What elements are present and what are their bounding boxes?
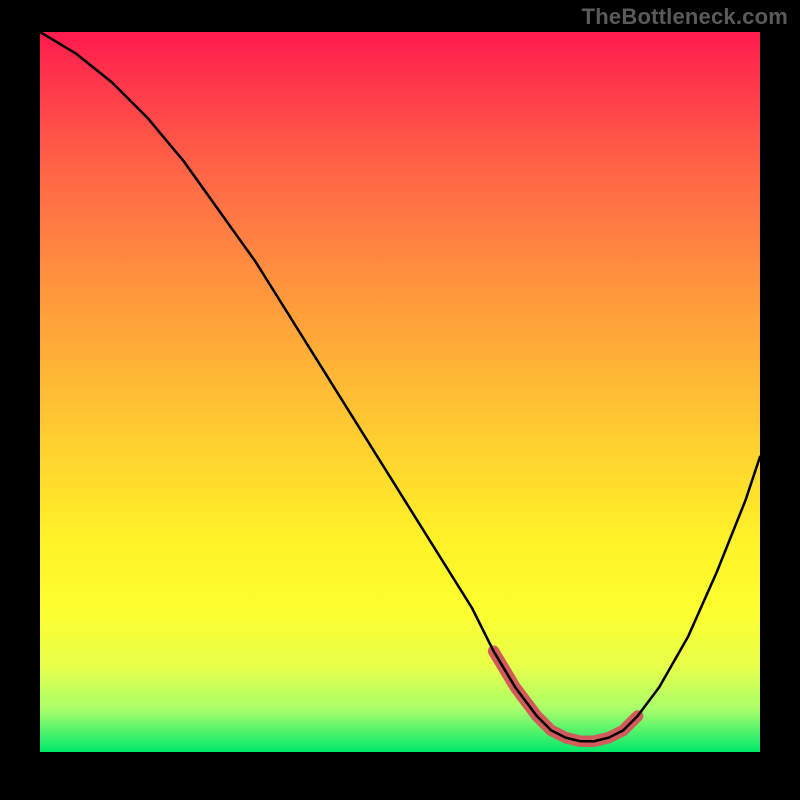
- bottom-accent-curve: [494, 651, 638, 741]
- chart-frame: TheBottleneck.com: [0, 0, 800, 800]
- main-curve: [40, 32, 760, 741]
- plot-area: [40, 32, 760, 752]
- chart-svg: [40, 32, 760, 752]
- attribution-text: TheBottleneck.com: [582, 4, 788, 30]
